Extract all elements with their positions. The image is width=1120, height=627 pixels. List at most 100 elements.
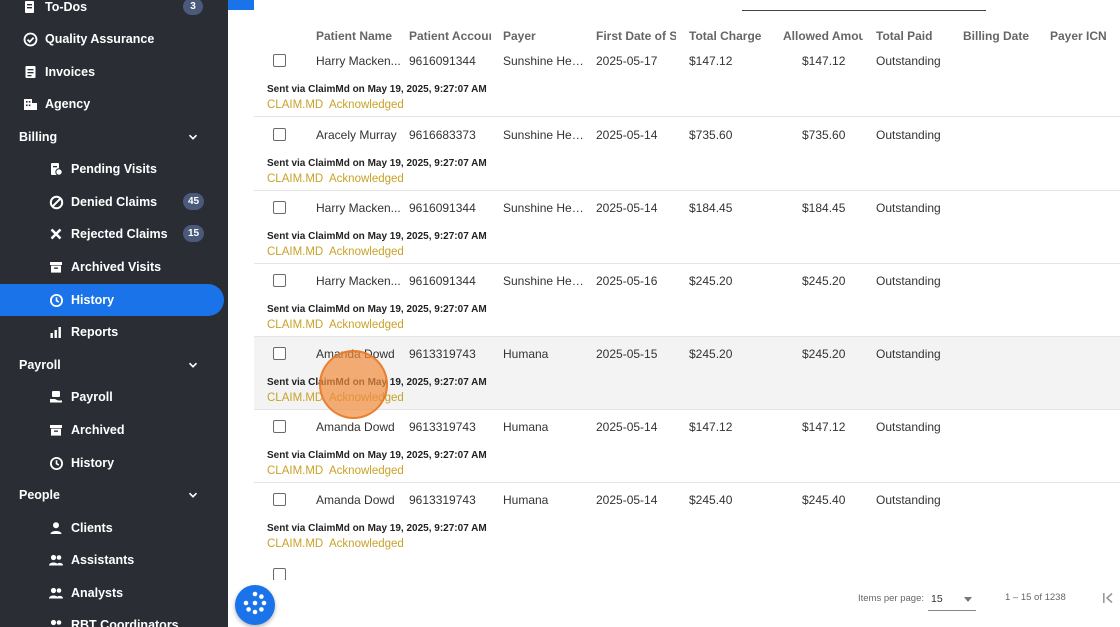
cell-first-date-of-service: 2025-05-14 [596, 128, 658, 142]
sidebar-section-label: Billing [19, 130, 58, 144]
sidebar-item-label: History [71, 293, 115, 307]
sidebar-item-invoices[interactable]: Invoices [0, 56, 228, 88]
row-checkbox[interactable] [273, 420, 286, 433]
history-clock-icon [48, 455, 64, 471]
sidebar-item-label: Reports [71, 325, 119, 339]
sidebar-item-history[interactable]: History [0, 284, 224, 316]
row-checkbox[interactable] [273, 128, 286, 141]
clearinghouse-label: CLAIM.MD [267, 392, 324, 404]
chevron-down-icon [186, 488, 200, 502]
tab-indicator [228, 0, 254, 10]
cell-allowed-amount: $245.40 [802, 493, 846, 507]
cell-patient-account: 9616091344 [409, 54, 476, 68]
caret-down-icon [964, 597, 972, 602]
sent-info: Sent via ClaimMd on May 19, 2025, 9:27:0… [267, 450, 487, 461]
cell-total-paid: Outstanding [876, 347, 941, 361]
history-clock-icon [48, 292, 64, 308]
todos-count-badge: 3 [183, 0, 203, 15]
table-row[interactable]: Harry Macken... 9616091344 Sunshine Heal..… [254, 44, 1120, 117]
sent-info: Sent via ClaimMd on May 19, 2025, 9:27:0… [267, 231, 487, 242]
header-first-date-of-service[interactable]: First Date of Service [596, 29, 676, 43]
cell-patient-name: Harry Macken... [316, 274, 401, 288]
header-payer-icn[interactable]: Payer ICN [1050, 29, 1120, 43]
header-total-charge[interactable]: Total Charge [689, 29, 769, 43]
sidebar-item-label: Assistants [71, 553, 135, 567]
sidebar-item-agency[interactable]: Agency [0, 88, 228, 120]
sidebar-item-rejected-claims[interactable]: Rejected Claims 15 [0, 218, 228, 250]
clearinghouse-label: CLAIM.MD [267, 246, 324, 258]
sidebar-item-pending-visits[interactable]: Pending Visits [0, 153, 228, 185]
cell-patient-name: Amanda Dowd [316, 420, 395, 434]
assistant-fab-button[interactable] [235, 585, 275, 625]
items-per-page-select[interactable]: 15 [928, 585, 976, 611]
building-icon [22, 96, 38, 112]
divider [742, 10, 986, 11]
claim-status: Acknowledged [329, 173, 404, 185]
cell-patient-account: 9616091344 [409, 274, 476, 288]
header-total-paid[interactable]: Total Paid [876, 29, 956, 43]
sidebar-item-clients[interactable]: Clients [0, 512, 228, 544]
sidebar-item-archived[interactable]: Archived [0, 414, 228, 446]
cell-payer: Sunshine Heal... [503, 274, 585, 288]
sidebar-item-assistants[interactable]: Assistants [0, 544, 228, 576]
sidebar-section-people[interactable]: People [0, 479, 228, 511]
archive-box-icon [48, 259, 64, 275]
clearinghouse-label: CLAIM.MD [267, 465, 324, 477]
cell-total-paid: Outstanding [876, 493, 941, 507]
cell-first-date-of-service: 2025-05-15 [596, 347, 658, 361]
items-per-page-label: Items per page: [858, 593, 925, 604]
header-billing-date[interactable]: Billing Date [963, 29, 1043, 43]
cell-total-paid: Outstanding [876, 201, 941, 215]
sidebar-section-payroll[interactable]: Payroll [0, 349, 228, 381]
table-row[interactable]: Aracely Murray 9616683373 Sunshine Heal...… [254, 118, 1120, 191]
row-checkbox[interactable] [273, 274, 286, 287]
table-row[interactable]: Amanda Dowd 9613319743 Humana 2025-05-15 $24… [254, 337, 1120, 410]
claim-status: Acknowledged [329, 465, 404, 477]
cell-patient-name: Harry Macken... [316, 201, 401, 215]
first-page-icon[interactable] [1100, 590, 1116, 606]
header-patient-name[interactable]: Patient Name [316, 29, 404, 43]
row-checkbox[interactable] [273, 201, 286, 214]
users-icon [48, 617, 64, 627]
cell-allowed-amount: $735.60 [802, 128, 846, 142]
sidebar-item-reports[interactable]: Reports [0, 316, 228, 348]
cell-total-charge: $184.45 [689, 201, 733, 215]
cell-payer: Humana [503, 420, 549, 434]
sidebar-item-payroll[interactable]: Payroll [0, 381, 228, 413]
header-patient-account[interactable]: Patient Account [409, 29, 491, 43]
sidebar-item-label: Payroll [71, 390, 113, 404]
row-checkbox[interactable] [273, 54, 286, 67]
sidebar-item-quality-assurance[interactable]: Quality Assurance [0, 23, 228, 55]
table-row[interactable]: Harry Macken... 9616091344 Sunshine Heal..… [254, 264, 1120, 337]
cell-payer: Sunshine Heal... [503, 128, 585, 142]
sidebar-item-payroll-history[interactable]: History [0, 447, 228, 479]
sidebar-item-archived-visits[interactable]: Archived Visits [0, 251, 228, 283]
cell-allowed-amount: $245.20 [802, 347, 846, 361]
cell-total-charge: $147.12 [689, 420, 733, 434]
cell-patient-name: Amanda Dowd [316, 347, 395, 361]
row-checkbox[interactable] [273, 347, 286, 360]
header-payer[interactable]: Payer [503, 29, 583, 43]
page-range-label: 1 – 15 of 1238 [1005, 592, 1066, 603]
items-per-page-value: 15 [931, 593, 943, 605]
sidebar-item-rbt-coordinators[interactable]: RBT Coordinators [0, 609, 228, 627]
sidebar-item-label: Quality Assurance [45, 32, 155, 46]
table-row[interactable]: Amanda Dowd 9613319743 Humana 2025-05-14 $14… [254, 410, 1120, 483]
sidebar-item-todos[interactable]: To-Dos 3 [0, 0, 228, 23]
cell-patient-name: Amanda Dowd [316, 493, 395, 507]
cell-allowed-amount: $245.20 [802, 274, 846, 288]
cell-total-paid: Outstanding [876, 274, 941, 288]
sidebar-item-denied-claims[interactable]: Denied Claims 45 [0, 186, 228, 218]
cell-total-paid: Outstanding [876, 128, 941, 142]
cell-total-paid: Outstanding [876, 420, 941, 434]
sidebar-section-billing[interactable]: Billing [0, 121, 228, 153]
table-row[interactable]: Amanda Dowd 9613319743 Humana 2025-05-14 $24… [254, 483, 1120, 556]
sidebar-item-analysts[interactable]: Analysts [0, 577, 228, 609]
invoice-icon [22, 64, 38, 80]
clearinghouse-label: CLAIM.MD [267, 538, 324, 550]
row-checkbox[interactable] [273, 493, 286, 506]
header-allowed-amount[interactable]: Allowed Amount [783, 29, 863, 43]
sidebar-section-label: Payroll [19, 358, 61, 372]
clearinghouse-label: CLAIM.MD [267, 173, 324, 185]
table-row[interactable]: Harry Macken... 9616091344 Sunshine Heal..… [254, 191, 1120, 264]
